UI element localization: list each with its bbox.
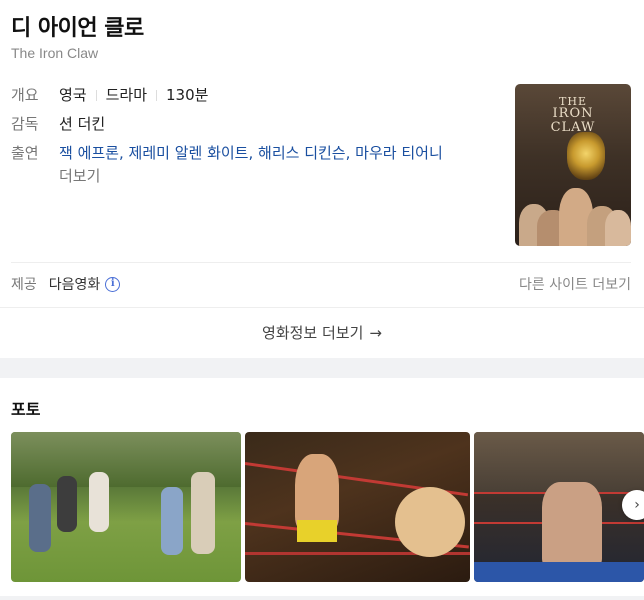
more-movie-info-button[interactable]: 영화정보 더보기 → [0, 322, 644, 343]
wrestler-figure [395, 487, 465, 557]
poster-title: THE IRON CLAW [515, 96, 631, 135]
poster-title-line: IRON [552, 106, 594, 121]
divider [0, 307, 644, 308]
arrow-right-icon: → [369, 324, 382, 342]
cast-member-link[interactable]: 마우라 티어니 [355, 144, 443, 162]
cast-separator: , [118, 144, 124, 162]
provider-row: 제공 다음영화 i [11, 274, 121, 294]
person-figure [89, 472, 109, 532]
country: 영국 [59, 86, 87, 104]
cast-separator: , [345, 144, 351, 162]
section-gap [0, 358, 644, 378]
cast-member-link[interactable]: 제레미 알렌 화이트 [129, 144, 249, 162]
other-sites-link[interactable]: 다른 사이트 더보기 [519, 274, 631, 294]
cast-more-button[interactable]: 더보기 [59, 165, 499, 188]
runtime: 130분 [166, 86, 209, 104]
divider [0, 596, 644, 600]
chevron-right-icon: › [634, 497, 640, 513]
overview-row: 개요 영국 드라마 130분 [11, 84, 208, 107]
person-figure [161, 487, 183, 555]
wrestlers-group [542, 482, 602, 567]
provider-label: 제공 [11, 277, 37, 293]
movie-poster[interactable]: THE IRON CLAW [515, 84, 631, 246]
poster-figure [605, 210, 631, 246]
next-photo-button[interactable]: › [622, 490, 644, 520]
movie-original-title: The Iron Claw [11, 45, 99, 61]
photo-celebration[interactable] [474, 432, 644, 582]
wrestler-trunks [297, 520, 337, 542]
director-label: 감독 [11, 115, 39, 133]
person-figure [191, 472, 215, 554]
director-row: 감독 션 더킨 [11, 113, 105, 136]
provider-name: 다음영화 [48, 277, 101, 293]
separator [95, 90, 97, 101]
genre: 드라마 [105, 86, 148, 104]
person-figure [57, 476, 77, 532]
ring-apron [474, 562, 644, 582]
cast-member-link[interactable]: 잭 에프론 [59, 144, 119, 162]
person-figure [29, 484, 51, 552]
cast-row: 출연 잭 에프론, 제레미 알렌 화이트, 해리스 디킨슨, 마우라 티어니 더… [11, 142, 499, 188]
photo-section-title: 포토 [11, 400, 41, 419]
cast-separator: , [248, 144, 254, 162]
more-movie-info-label: 영화정보 더보기 [262, 324, 364, 342]
cast-label: 출연 [11, 144, 39, 162]
movie-title: 디 아이언 클로 [11, 16, 144, 41]
separator [156, 90, 158, 101]
photo-field[interactable] [11, 432, 241, 582]
photo-wrestling-ring[interactable] [245, 432, 470, 582]
poster-title-line: CLAW [550, 120, 596, 135]
championship-belt-image [567, 132, 605, 180]
director-name[interactable]: 션 더킨 [59, 113, 105, 136]
overview-label: 개요 [11, 86, 39, 104]
cast-member-link[interactable]: 해리스 디킨슨 [258, 144, 346, 162]
divider [11, 262, 631, 263]
info-icon[interactable]: i [105, 276, 121, 292]
